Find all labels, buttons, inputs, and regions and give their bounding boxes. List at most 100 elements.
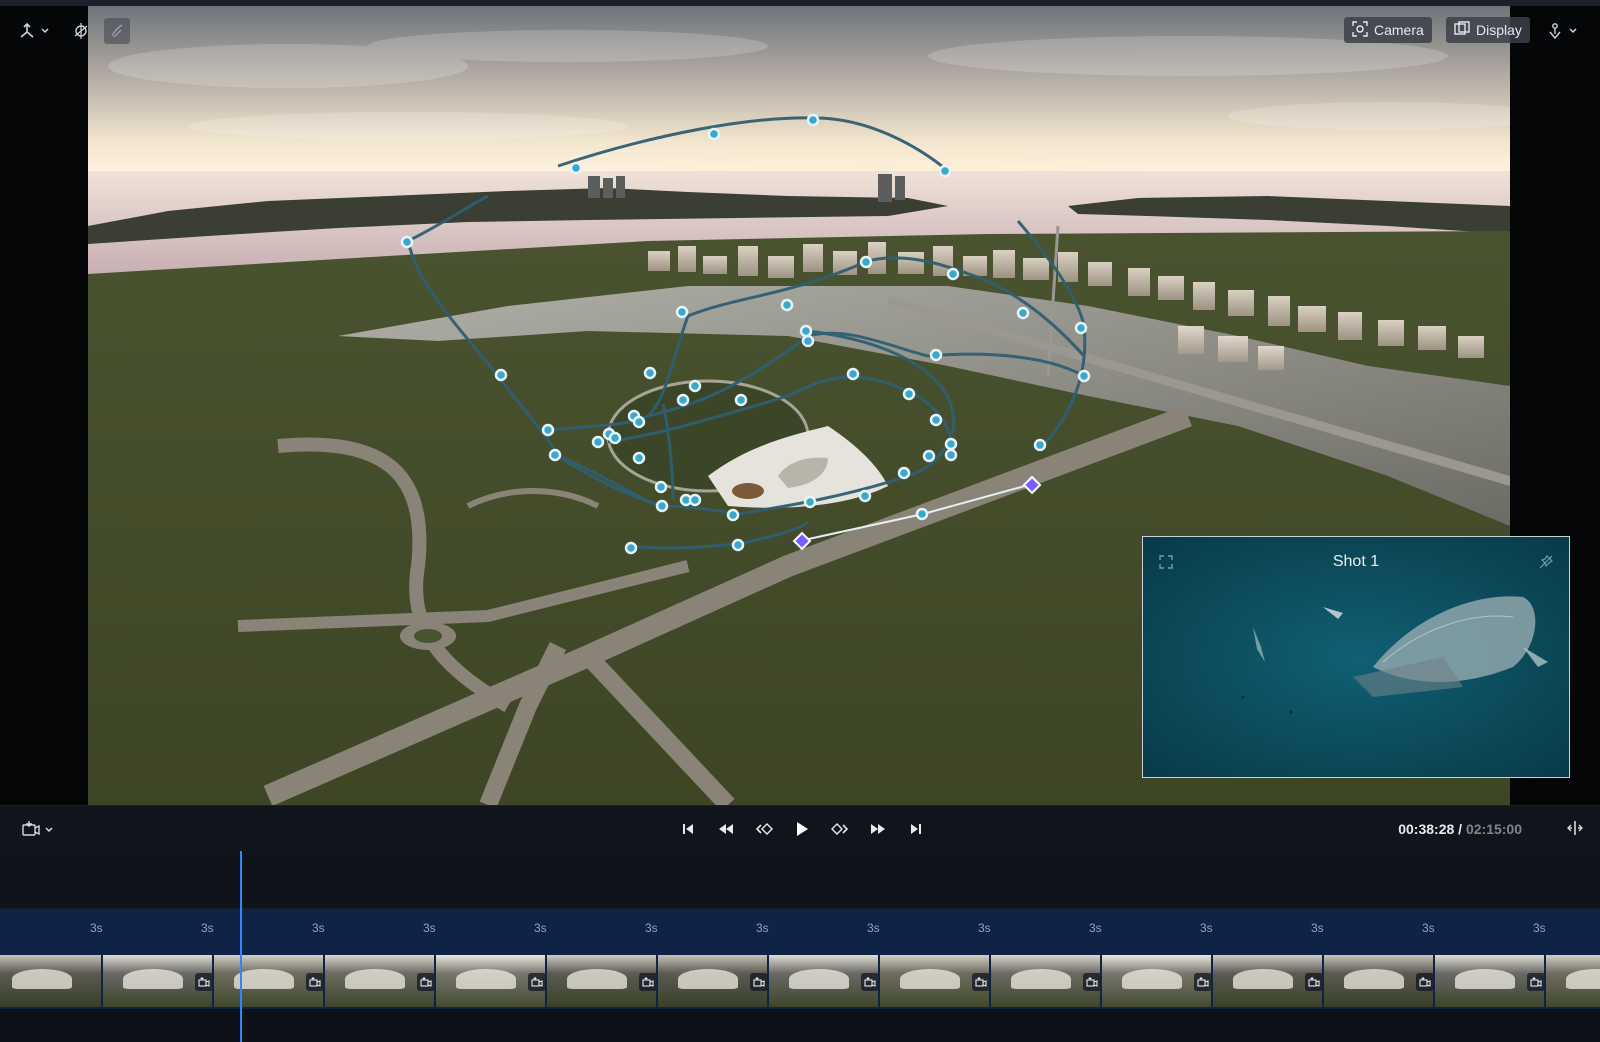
shot-thumbnail[interactable] [1546, 955, 1600, 1007]
thumbnail-building-shape [567, 969, 627, 989]
shot-duration-label: 3s [534, 921, 547, 935]
paint-tool-icon [108, 22, 126, 40]
shot-camera-icon[interactable] [1416, 973, 1433, 991]
rewind-button[interactable] [714, 817, 738, 841]
fast-forward-button[interactable] [866, 817, 890, 841]
shot-thumbnail[interactable] [325, 955, 436, 1007]
fast-forward-icon [871, 824, 885, 834]
shot-camera-icon[interactable] [750, 973, 767, 991]
person-anchor-tool[interactable] [1546, 18, 1578, 44]
shot-duration-label: 3s [645, 921, 658, 935]
shot-camera-icon[interactable] [1083, 973, 1100, 991]
next-keyframe-button[interactable] [828, 817, 852, 841]
shot-camera-icon[interactable] [528, 973, 545, 991]
total-time: 02:15:00 [1465, 821, 1522, 837]
playback-controls [676, 817, 928, 841]
shot-duration-label: 3s [978, 921, 991, 935]
shot-duration-label: 3s [1311, 921, 1324, 935]
shot-thumbnail[interactable] [547, 955, 658, 1007]
shot-thumbnail[interactable] [1435, 955, 1546, 1007]
shot-thumbnail[interactable] [1213, 955, 1324, 1007]
transform-tool[interactable] [18, 18, 50, 44]
shot-duration-label: 3s [423, 921, 436, 935]
display-icon [1454, 20, 1470, 40]
current-time: 00:38:28 [1398, 821, 1455, 837]
shot-thumbnail[interactable] [1324, 955, 1435, 1007]
shot-preview-title: Shot 1 [1332, 553, 1380, 570]
shot-duration-label: 3s [1200, 921, 1213, 935]
camera-focus-icon [1352, 20, 1368, 40]
shot-camera-icon[interactable] [195, 973, 212, 991]
shot-duration-label: 3s [201, 921, 214, 935]
camera-label: Camera [1374, 22, 1424, 38]
shot-thumbnail[interactable] [880, 955, 991, 1007]
thumbnail-building-shape [1233, 969, 1293, 989]
shot-camera-icon[interactable] [861, 973, 878, 991]
thumbnail-building-shape [789, 969, 849, 989]
shot-camera-icon[interactable] [639, 973, 656, 991]
time-separator: / [1454, 821, 1466, 837]
transform-tool-icon [18, 22, 36, 40]
add-shot-button[interactable] [22, 820, 54, 841]
shot-thumbnail[interactable] [769, 955, 880, 1007]
rewind-icon [719, 824, 733, 834]
shot-camera-icon[interactable] [417, 973, 434, 991]
shot-duration-label: 3s [756, 921, 769, 935]
shot-camera-icon[interactable] [972, 973, 989, 991]
shot-duration-label: 3s [312, 921, 325, 935]
shot-thumbnail[interactable] [991, 955, 1102, 1007]
shot-thumbnail[interactable] [214, 955, 325, 1007]
split-view-icon [1566, 821, 1584, 840]
shot-thumbnail[interactable] [103, 955, 214, 1007]
pivot-tool[interactable] [72, 18, 90, 44]
thumbnail-building-shape [456, 969, 516, 989]
play-button[interactable] [790, 817, 814, 841]
thumbnail-building-shape [900, 969, 960, 989]
thumbnail-building-shape [678, 969, 738, 989]
thumbnail-building-shape [1344, 969, 1404, 989]
play-icon [797, 822, 808, 836]
thumbnail-building-shape [1455, 969, 1515, 989]
prev-keyframe-button[interactable] [752, 817, 776, 841]
person-anchor-icon [1546, 22, 1564, 40]
time-readout: 00:38:28 / 02:15:00 [1398, 821, 1522, 837]
pivot-tool-icon [72, 22, 90, 40]
prev-keyframe-icon [755, 823, 773, 835]
display-button[interactable]: Display [1446, 17, 1530, 43]
add-camera-shot-icon [22, 820, 40, 841]
paint-tool[interactable] [104, 18, 130, 44]
shot-preview-panel[interactable]: Shot 1 [1142, 536, 1570, 778]
shot-duration-label: 3s [1533, 921, 1546, 935]
chevron-down-icon [40, 26, 50, 36]
skip-end-icon [911, 824, 921, 834]
unpin-icon[interactable] [1539, 555, 1553, 574]
camera-button[interactable]: Camera [1344, 17, 1432, 43]
playhead[interactable] [240, 851, 242, 1042]
thumbnail-building-shape [123, 969, 183, 989]
shot-duration-label: 3s [867, 921, 880, 935]
shot-duration-label: 3s [1422, 921, 1435, 935]
shot-preview-image [1143, 537, 1569, 777]
skip-to-start-button[interactable] [676, 817, 700, 841]
shot-camera-icon[interactable] [1527, 973, 1544, 991]
shot-camera-icon[interactable] [1305, 973, 1322, 991]
shot-thumbnail[interactable] [1102, 955, 1213, 1007]
thumbnail-building-shape [1566, 969, 1600, 989]
3d-viewport[interactable]: Camera Display Shot 1 [0, 0, 1600, 805]
thumbnail-building-shape [12, 969, 72, 989]
shot-camera-icon[interactable] [1194, 973, 1211, 991]
chevron-down-icon [1568, 26, 1578, 36]
chevron-down-icon [44, 822, 54, 840]
shot-duration-label: 3s [90, 921, 103, 935]
skip-to-end-button[interactable] [904, 817, 928, 841]
next-keyframe-icon [831, 823, 849, 835]
shot-thumbnail[interactable] [0, 955, 103, 1007]
thumbnail-building-shape [1011, 969, 1071, 989]
split-view-button[interactable] [1566, 820, 1584, 841]
shot-thumbnail[interactable] [436, 955, 547, 1007]
shot-thumbnail[interactable] [658, 955, 769, 1007]
thumbnail-building-shape [1122, 969, 1182, 989]
shot-camera-icon[interactable] [306, 973, 323, 991]
thumbnail-building-shape [345, 969, 405, 989]
app-window: Camera Display Shot 1 00:38:28 / 02:15:0… [0, 0, 1600, 1042]
